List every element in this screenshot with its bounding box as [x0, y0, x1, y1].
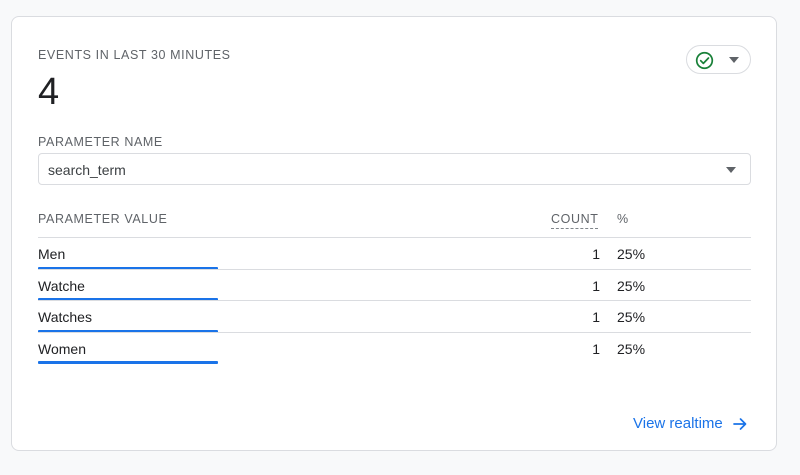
- parameter-name-label: PARAMETER NAME: [38, 135, 163, 149]
- table-row[interactable]: Women 1 25%: [38, 331, 751, 364]
- events-card: EVENTS IN LAST 30 MINUTES 4 PARAMETER NA…: [11, 16, 777, 451]
- metric-value: 4: [38, 71, 60, 113]
- row-percent: 25%: [617, 277, 646, 294]
- view-realtime-link[interactable]: View realtime: [633, 415, 747, 432]
- chevron-down-icon: [729, 57, 739, 63]
- table-row[interactable]: Watche 1 25%: [38, 268, 751, 301]
- column-header-count[interactable]: COUNT: [551, 212, 599, 229]
- dropdown-arrow-icon: [726, 167, 736, 173]
- parameter-table: Men 1 25% Watche 1 25% Watches 1 25% Wom…: [38, 237, 751, 364]
- row-count: 1: [592, 340, 600, 357]
- column-header-percent: %: [617, 212, 629, 226]
- row-percent: 25%: [617, 309, 646, 325]
- row-parameter-value: Watches: [38, 309, 92, 325]
- row-parameter-value: Men: [38, 246, 66, 262]
- row-count: 1: [592, 246, 600, 262]
- row-parameter-value: Watche: [38, 277, 85, 294]
- column-header-parameter-value: PARAMETER VALUE: [38, 212, 168, 226]
- row-count: 1: [592, 309, 600, 325]
- status-dropdown-button[interactable]: [686, 45, 751, 74]
- metric-label: EVENTS IN LAST 30 MINUTES: [38, 48, 231, 62]
- view-realtime-label: View realtime: [633, 415, 723, 432]
- row-percent: 25%: [617, 340, 646, 357]
- parameter-name-select[interactable]: search_term: [38, 153, 751, 185]
- row-count: 1: [592, 277, 600, 294]
- row-share-bar: [38, 361, 218, 364]
- table-row[interactable]: Men 1 25%: [38, 237, 751, 270]
- arrow-right-icon: [732, 417, 747, 430]
- parameter-selected-value: search_term: [48, 162, 126, 178]
- row-parameter-value: Women: [38, 340, 86, 357]
- row-percent: 25%: [617, 246, 646, 262]
- check-circle-icon: [695, 51, 714, 70]
- table-row[interactable]: Watches 1 25%: [38, 300, 751, 333]
